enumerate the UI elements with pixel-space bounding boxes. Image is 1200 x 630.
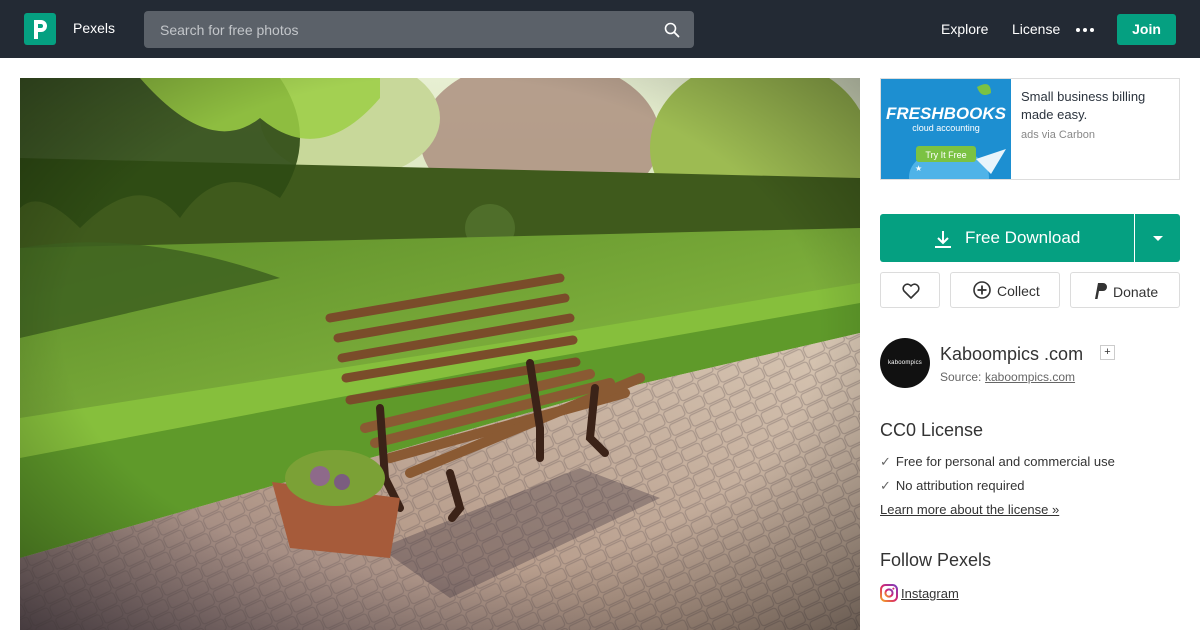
ad-logo-text: FRESHBOOKS	[886, 104, 1007, 123]
search-bar	[144, 11, 694, 48]
main-photo[interactable]	[20, 78, 860, 630]
source-link[interactable]: kaboompics.com	[985, 370, 1075, 384]
ad-cta: Try It Free	[925, 150, 966, 160]
collect-label: Collect	[997, 283, 1040, 299]
follow-button[interactable]: +	[1100, 345, 1115, 360]
pexels-logo-icon[interactable]	[24, 13, 56, 45]
check-icon: ✓	[880, 454, 891, 469]
donate-button[interactable]: Donate	[1070, 272, 1180, 308]
author-name[interactable]: Kaboompics .com	[940, 344, 1083, 365]
source-label: Source:	[940, 370, 982, 384]
like-button[interactable]	[880, 272, 940, 308]
license-learn-more-link[interactable]: Learn more about the license »	[880, 502, 1059, 517]
license-point-text: No attribution required	[895, 478, 1025, 493]
free-download-button[interactable]: Free Download	[880, 214, 1134, 262]
download-label: Free Download	[965, 228, 1081, 247]
license-point-text: Free for personal and commercial use	[895, 454, 1115, 469]
add-circle-icon	[973, 281, 991, 299]
freshbooks-ad-image[interactable]: FRESHBOOKS cloud accounting Try It Free …	[881, 79, 1011, 179]
join-button[interactable]: Join	[1117, 14, 1176, 45]
ad-via[interactable]: ads via Carbon	[1021, 129, 1095, 141]
search-input[interactable]	[144, 11, 664, 48]
license-point: ✓ No attribution required	[880, 478, 1025, 494]
brand-name[interactable]: Pexels	[73, 20, 115, 36]
freshbooks-logo-icon: FRESHBOOKS cloud accounting Try It Free …	[881, 79, 1011, 179]
paypal-icon	[1095, 283, 1107, 299]
license-point: ✓ Free for personal and commercial use	[880, 454, 1115, 470]
download-icon	[935, 231, 951, 248]
heart-icon	[902, 283, 920, 299]
check-icon: ✓	[880, 478, 891, 493]
follow-title: Follow Pexels	[880, 550, 992, 570]
license-title: CC0 License	[880, 420, 984, 440]
nav-explore[interactable]: Explore	[941, 21, 988, 37]
collect-button[interactable]: Collect	[950, 272, 1060, 308]
top-navbar: Pexels Explore License Join	[0, 0, 1200, 58]
instagram-icon[interactable]	[880, 584, 898, 602]
ad-logo-sub: cloud accounting	[912, 123, 980, 133]
instagram-link[interactable]: Instagram	[901, 586, 959, 601]
carbon-ad[interactable]: FRESHBOOKS cloud accounting Try It Free …	[880, 78, 1180, 180]
donate-label: Donate	[1113, 284, 1159, 300]
ad-text[interactable]: Small business billing made easy.	[1021, 88, 1171, 124]
park-bench-photo	[20, 78, 860, 630]
logo-p-glyph	[34, 20, 47, 39]
svg-text:★: ★	[915, 164, 922, 173]
avatar[interactable]: kaboompics	[880, 338, 930, 388]
search-icon[interactable]	[664, 22, 680, 38]
chevron-down-icon	[1153, 236, 1163, 241]
more-options-icon[interactable]	[1075, 27, 1095, 33]
nav-license[interactable]: License	[1012, 21, 1060, 37]
download-options-dropdown[interactable]	[1135, 214, 1180, 262]
